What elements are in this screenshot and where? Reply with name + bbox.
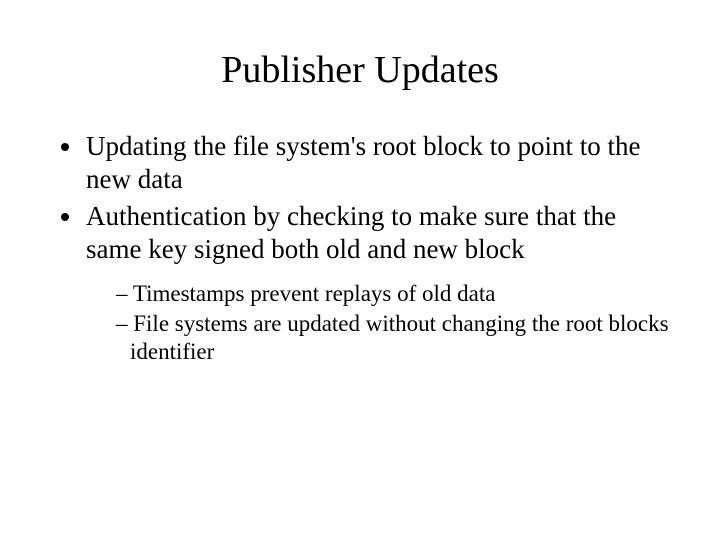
sub-bullet-item: Timestamps prevent replays of old data — [116, 280, 670, 308]
bullet-text: Authentication by checking to make sure … — [86, 201, 616, 264]
bullet-list: Updating the file system's root block to… — [50, 130, 670, 366]
bullet-item: Authentication by checking to make sure … — [84, 200, 670, 366]
slide: Publisher Updates Updating the file syst… — [0, 0, 720, 540]
sub-bullet-item: File systems are updated without changin… — [116, 310, 670, 366]
bullet-item: Updating the file system's root block to… — [84, 130, 670, 196]
sub-bullet-list: Timestamps prevent replays of old data F… — [86, 280, 670, 366]
slide-title: Publisher Updates — [50, 48, 670, 92]
